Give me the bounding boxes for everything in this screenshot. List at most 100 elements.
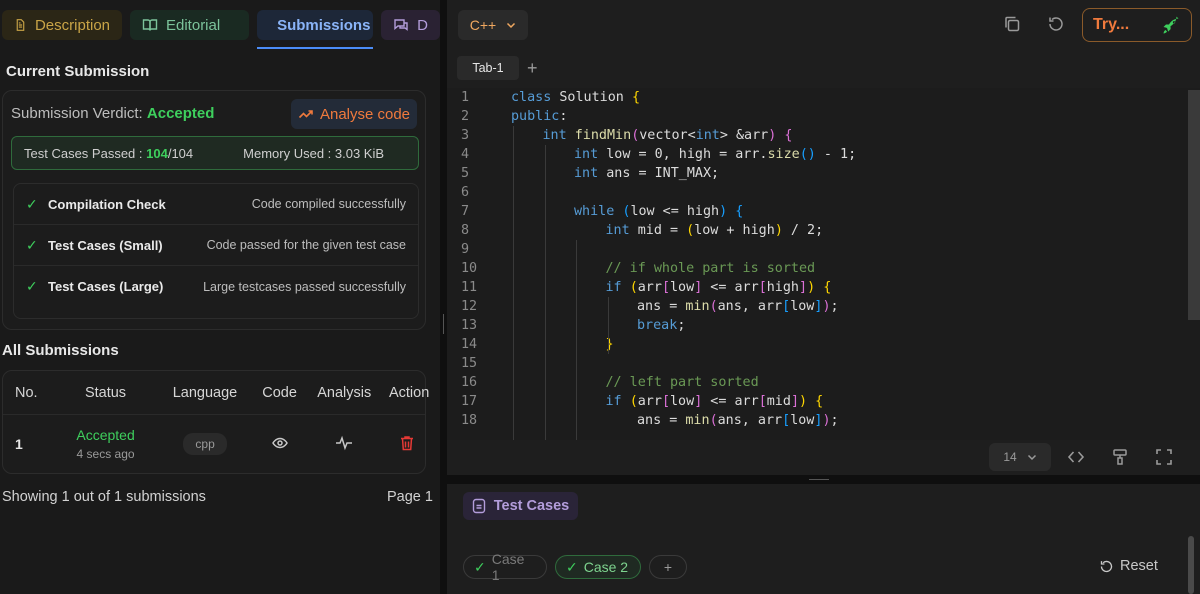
line-number: 3 xyxy=(461,128,470,143)
check-icon: ✓ xyxy=(566,558,578,575)
activity-icon xyxy=(336,435,353,450)
line-number: 18 xyxy=(461,413,478,428)
file-tab[interactable]: Tab-1 xyxy=(457,56,519,80)
language-value: C++ xyxy=(469,17,497,33)
line-number: 9 xyxy=(461,242,470,257)
document-icon xyxy=(16,19,25,31)
all-submissions-title: All Submissions xyxy=(2,342,119,359)
check-row: ✓ Test Cases (Large) Large testcases pas… xyxy=(14,266,418,307)
test-cases-passed: Test Cases Passed : 104/104 xyxy=(24,146,193,161)
view-analysis-button[interactable] xyxy=(300,435,390,454)
tab-description-label: Description xyxy=(34,16,110,34)
indent-guide xyxy=(544,145,546,440)
reset-label: Reset xyxy=(1120,558,1158,574)
language-select[interactable]: C++ xyxy=(458,10,528,40)
line-number: 7 xyxy=(461,204,470,219)
test-cases-passed-count: 104 xyxy=(146,145,168,161)
reset-code-icon[interactable] xyxy=(1047,15,1065,33)
check-message: Code passed for the given test case xyxy=(206,238,406,252)
tab-submissions[interactable]: Submissions xyxy=(257,10,374,49)
tab-discuss-label: D xyxy=(417,16,428,34)
tab-test-cases[interactable]: Test Cases xyxy=(463,492,578,520)
tab-discuss[interactable]: D xyxy=(381,10,440,40)
vertical-resize-handle[interactable] xyxy=(440,0,447,594)
line-number: 16 xyxy=(461,375,478,390)
tab-submissions-label: Submissions xyxy=(277,16,371,34)
table-row[interactable]: 1 Accepted 4 secs ago cpp xyxy=(3,415,425,473)
page-indicator: Page 1 xyxy=(387,489,433,505)
editor-panel: C++ Try... Tab-1 + 1 class Solution {2 pub… xyxy=(447,0,1200,475)
chevron-down-icon xyxy=(507,22,516,29)
check-name: Compilation Check xyxy=(48,196,166,212)
col-status: Status xyxy=(84,384,127,401)
add-tab-icon[interactable]: + xyxy=(527,58,538,79)
check-icon: ✓ xyxy=(474,558,486,575)
test-cases-summary: Test Cases Passed : 104/104 Memory Used … xyxy=(11,136,419,170)
tab-test-cases-label: Test Cases xyxy=(493,498,570,514)
fullscreen-icon[interactable] xyxy=(1155,448,1173,466)
testcase-panel: Test Cases ✓ Case 1 ✓ Case 2 + Reset xyxy=(447,484,1200,594)
line-number: 12 xyxy=(461,299,478,314)
verdict-value: Accepted xyxy=(146,105,215,122)
format-brush-icon[interactable] xyxy=(1111,448,1129,466)
font-size-select[interactable]: 14 xyxy=(989,443,1051,471)
row-language: cpp xyxy=(150,433,259,455)
eye-icon xyxy=(271,437,288,448)
case-1-label: Case 1 xyxy=(491,551,525,583)
view-code-button[interactable] xyxy=(260,435,300,454)
code-editor[interactable]: 1 class Solution {2 public: 3 int findMin(ve… xyxy=(447,88,1200,440)
check-message: Code compiled successfully xyxy=(251,197,406,211)
line-number: 13 xyxy=(461,318,478,333)
analyse-code-label: Analyse code xyxy=(319,105,411,123)
line-number: 17 xyxy=(461,394,478,409)
code-text: class Solution { xyxy=(511,90,640,105)
editor-toolbar: C++ Try... xyxy=(447,0,1200,50)
current-submission-title: Current Submission xyxy=(6,63,150,80)
verdict-label: Submission Verdict: xyxy=(11,105,143,122)
copy-icon[interactable] xyxy=(1003,15,1021,33)
problem-tabs: Description Editorial Submissions D xyxy=(0,0,440,50)
bottom-scrollbar[interactable] xyxy=(1188,536,1194,594)
check-icon: ✓ xyxy=(26,195,38,212)
language-badge: cpp xyxy=(183,433,227,455)
trend-icon xyxy=(298,110,313,119)
check-name: Test Cases (Large) xyxy=(48,279,164,294)
case-1-button[interactable]: ✓ Case 1 xyxy=(463,551,547,583)
status-accepted: Accepted xyxy=(76,427,135,443)
tab-description[interactable]: Description xyxy=(2,10,122,40)
plus-icon: + xyxy=(663,559,673,575)
line-number: 1 xyxy=(461,90,470,105)
delete-submission-button[interactable] xyxy=(389,435,425,454)
line-number: 15 xyxy=(461,356,478,371)
code-text: ans = min(ans, arr[low]); xyxy=(637,413,839,428)
code-brackets-icon[interactable] xyxy=(1067,448,1085,466)
line-number: 6 xyxy=(461,185,470,200)
line-number: 4 xyxy=(461,147,470,162)
line-number: 8 xyxy=(461,223,470,238)
showing-count: Showing 1 out of 1 submissions xyxy=(2,489,206,505)
try-button[interactable]: Try... xyxy=(1082,8,1192,42)
horizontal-resize-handle[interactable] xyxy=(447,475,1200,484)
file-tabs: Tab-1 + xyxy=(447,56,1200,82)
check-row: ✓ Test Cases (Small) Code passed for the… xyxy=(14,225,418,266)
analyse-code-button[interactable]: Analyse code xyxy=(291,99,417,129)
reset-button[interactable]: Reset xyxy=(1099,558,1158,574)
code-text: int mid = (low + high) / 2; xyxy=(605,223,824,238)
add-case-button[interactable]: + xyxy=(649,555,687,579)
code-text: // if whole part is sorted xyxy=(605,261,816,276)
check-message: Large testcases passed successfully xyxy=(203,279,406,294)
col-analysis: Analysis xyxy=(317,384,372,401)
line-number: 14 xyxy=(461,337,478,352)
editor-scrollbar[interactable] xyxy=(1188,90,1200,320)
try-label: Try... xyxy=(1093,16,1130,33)
tab-editorial-label: Editorial xyxy=(166,16,221,34)
line-number: 5 xyxy=(461,166,470,181)
case-2-label: Case 2 xyxy=(583,559,629,575)
code-text: if (arr[low] <= arr[mid]) { xyxy=(605,394,824,409)
left-panel: Description Editorial Submissions D Curr… xyxy=(0,0,440,594)
col-language: Language xyxy=(172,384,238,401)
tab-editorial[interactable]: Editorial xyxy=(130,10,250,40)
indent-guide xyxy=(513,126,514,440)
case-2-button[interactable]: ✓ Case 2 xyxy=(555,555,641,579)
code-text: if (arr[low] <= arr[high]) { xyxy=(605,280,832,295)
